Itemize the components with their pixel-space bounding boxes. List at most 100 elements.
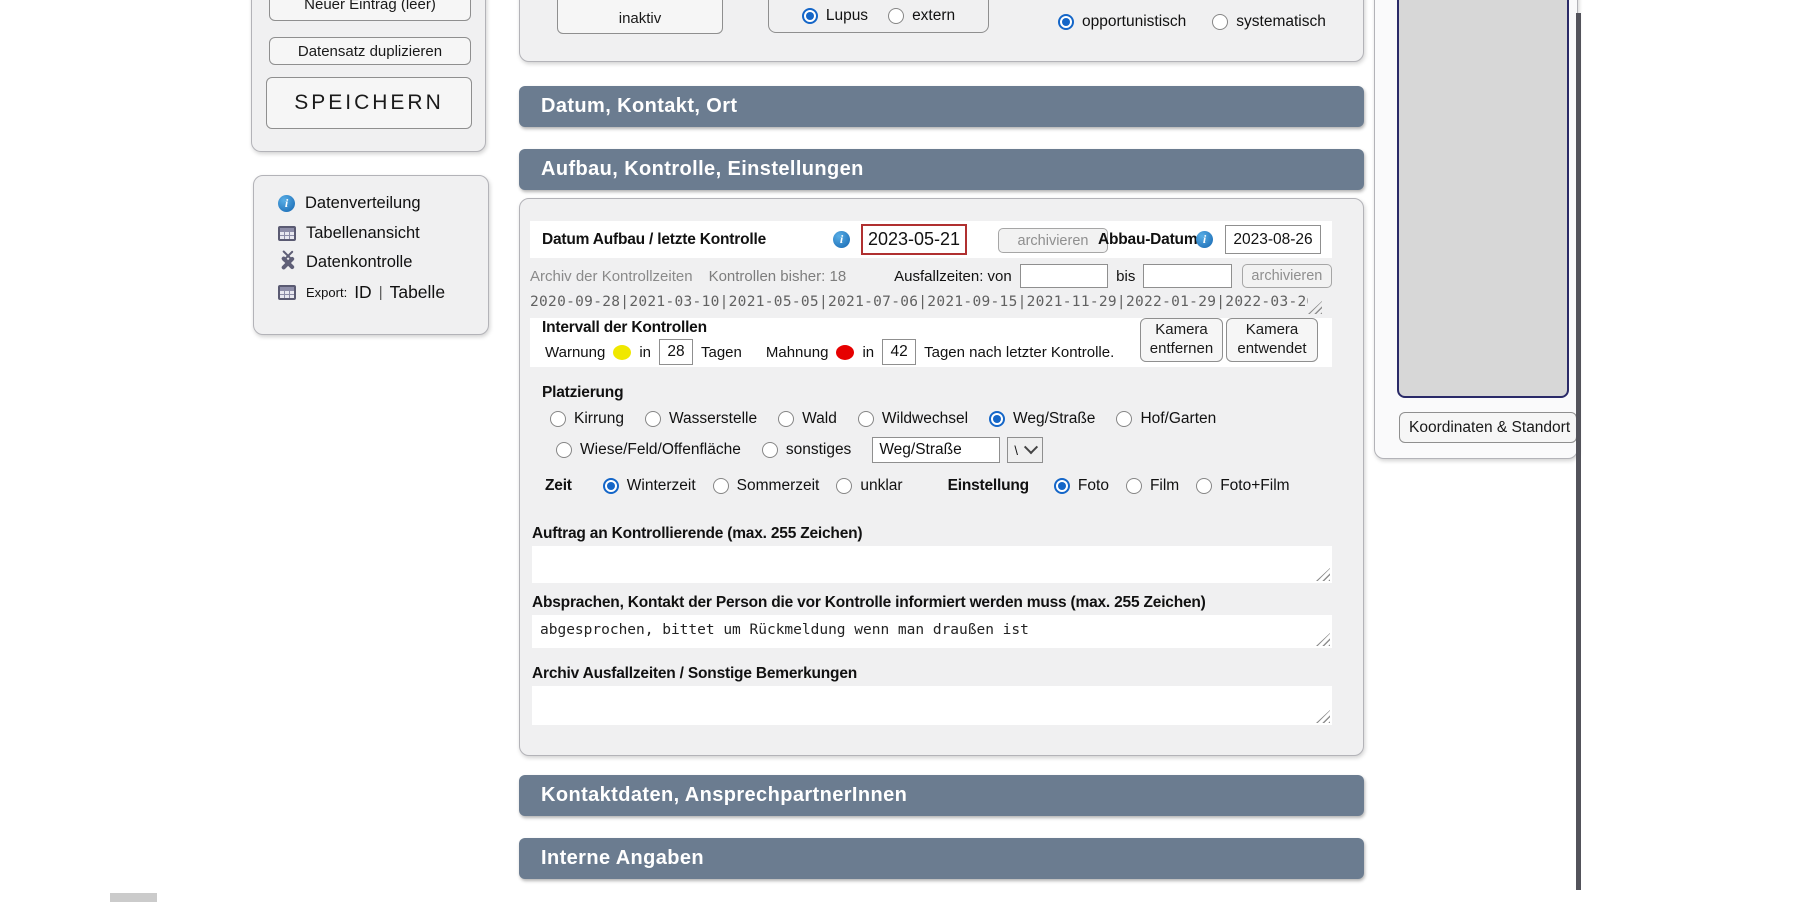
radio-icon bbox=[556, 442, 572, 458]
radio-option-lupus[interactable]: Lupus bbox=[802, 7, 868, 25]
placement-title: Platzierung bbox=[542, 384, 623, 402]
radio-option-sonstiges[interactable]: sonstiges bbox=[762, 441, 851, 459]
menu-item-label: Datenkontrolle bbox=[306, 253, 412, 272]
radio-label: Lupus bbox=[826, 7, 868, 25]
radio-label: Wiese/Feld/Offenfläche bbox=[580, 441, 741, 459]
right-map-panel: Koordinaten & Standort bbox=[1374, 0, 1578, 459]
camera-stolen-button[interactable]: Kamera entwendet bbox=[1226, 318, 1318, 362]
interval-row: Warnung in 28 Tagen Mahnung in 42 Tagen … bbox=[545, 339, 1114, 365]
placement-other-input[interactable]: Weg/Straße bbox=[872, 437, 1000, 463]
radio-option-weg-strasse[interactable]: Weg/Straße bbox=[989, 410, 1095, 428]
radio-option-film[interactable]: Film bbox=[1126, 477, 1179, 495]
menu-item-datenverteilung[interactable]: i Datenverteilung bbox=[254, 189, 488, 219]
warning-days-input[interactable]: 28 bbox=[659, 339, 693, 365]
control-dates-list: 2020-09-28|2021-03-10|2021-05-05|2021-07… bbox=[530, 294, 1308, 312]
save-button[interactable]: SPEICHERN bbox=[266, 77, 472, 129]
radio-option-sommerzeit[interactable]: Sommerzeit bbox=[713, 477, 820, 495]
scrollbar-corner bbox=[110, 893, 157, 902]
export-separator: | bbox=[379, 284, 383, 301]
setup-date-label: Datum Aufbau / letzte Kontrolle bbox=[542, 231, 766, 249]
radio-option-systematisch[interactable]: systematisch bbox=[1212, 13, 1326, 31]
downtime-to-input[interactable] bbox=[1143, 264, 1231, 288]
radio-option-wiese-feld[interactable]: Wiese/Feld/Offenfläche bbox=[556, 441, 741, 459]
downtime-archive-button[interactable]: archivieren bbox=[1242, 264, 1332, 288]
export-id-link[interactable]: ID bbox=[354, 282, 372, 303]
warning-label: Warnung bbox=[545, 344, 605, 361]
section-bar-aufbau[interactable]: Aufbau, Kontrolle, Einstellungen bbox=[519, 149, 1364, 190]
radio-label: Winterzeit bbox=[627, 477, 696, 495]
info-icon[interactable]: i bbox=[1196, 231, 1213, 248]
radio-label: Foto bbox=[1078, 477, 1109, 495]
radio-option-hof-garten[interactable]: Hof/Garten bbox=[1116, 410, 1216, 428]
info-icon[interactable]: i bbox=[833, 231, 850, 248]
downtime-label: Ausfallzeiten: von bbox=[894, 268, 1012, 285]
absprachen-textarea[interactable]: abgesprochen, bittet um Rückmeldung wenn… bbox=[532, 615, 1332, 648]
archiv-bemerkungen-label: Archiv Ausfallzeiten / Sonstige Bemerkun… bbox=[532, 665, 857, 683]
placement-row-2: Wiese/Feld/Offenfläche sonstiges Weg/Str… bbox=[556, 437, 1043, 463]
einstellung-label: Einstellung bbox=[948, 477, 1029, 495]
reminder-dot-icon bbox=[836, 345, 854, 360]
left-menu-panel: i Datenverteilung Tabellenansicht Datenk… bbox=[253, 175, 489, 335]
radio-label: unklar bbox=[860, 477, 902, 495]
setup-date-input[interactable]: 2023-05-21 bbox=[861, 224, 967, 255]
radio-option-unklar[interactable]: unklar bbox=[836, 477, 902, 495]
archiv-bemerkungen-textarea[interactable] bbox=[532, 686, 1332, 725]
left-toolbar-panel: Neuer Eintrag (leer) Datensatz duplizier… bbox=[251, 0, 486, 152]
menu-item-datenkontrolle[interactable]: Datenkontrolle bbox=[254, 248, 488, 278]
interval-title: Intervall der Kontrollen bbox=[542, 319, 707, 337]
warning-dot-icon bbox=[613, 345, 631, 360]
section-bar-kontaktdaten[interactable]: Kontaktdaten, AnsprechpartnerInnen bbox=[519, 775, 1364, 816]
radio-selected-icon bbox=[1058, 14, 1074, 30]
menu-item-tabellenansicht[interactable]: Tabellenansicht bbox=[254, 219, 488, 249]
duplicate-record-button[interactable]: Datensatz duplizieren bbox=[269, 37, 471, 65]
inactive-button[interactable]: inaktiv bbox=[557, 0, 723, 34]
radio-selected-icon bbox=[1054, 478, 1070, 494]
zeit-einstellung-row: Zeit Winterzeit Sommerzeit unklar Einste… bbox=[545, 477, 1290, 495]
chevron-down-icon bbox=[1024, 440, 1038, 454]
radio-icon bbox=[858, 411, 874, 427]
radio-label: opportunistisch bbox=[1082, 13, 1186, 31]
mode-radio-group: opportunistisch systematisch bbox=[1058, 13, 1326, 31]
radio-icon bbox=[1196, 478, 1212, 494]
radio-icon bbox=[836, 478, 852, 494]
radio-label: Film bbox=[1150, 477, 1179, 495]
setup-archive-button[interactable]: archivieren bbox=[998, 228, 1108, 253]
radio-icon bbox=[550, 411, 566, 427]
radio-option-extern[interactable]: extern bbox=[888, 7, 955, 25]
radio-icon bbox=[1116, 411, 1132, 427]
page: Neuer Eintrag (leer) Datensatz duplizier… bbox=[0, 0, 1796, 902]
control-archive-link[interactable]: Archiv der Kontrollzeiten bbox=[530, 268, 693, 285]
radio-label: Hof/Garten bbox=[1140, 410, 1216, 428]
placement-dropdown[interactable]: \ bbox=[1007, 437, 1043, 463]
reminder-label: Mahnung bbox=[766, 344, 829, 361]
radio-label: Kirrung bbox=[574, 410, 624, 428]
radio-option-opportunistisch[interactable]: opportunistisch bbox=[1058, 13, 1186, 31]
export-table-link[interactable]: Tabelle bbox=[390, 282, 445, 303]
section-bar-interne-angaben[interactable]: Interne Angaben bbox=[519, 838, 1364, 879]
radio-option-winterzeit[interactable]: Winterzeit bbox=[603, 477, 696, 495]
radio-option-foto-film[interactable]: Foto+Film bbox=[1196, 477, 1289, 495]
radio-selected-icon bbox=[603, 478, 619, 494]
source-radio-group: Lupus extern bbox=[768, 0, 989, 33]
new-entry-button[interactable]: Neuer Eintrag (leer) bbox=[269, 0, 471, 21]
radio-option-wald[interactable]: Wald bbox=[778, 410, 837, 428]
teardown-date-input[interactable]: 2023-08-26 bbox=[1225, 225, 1321, 254]
menu-item-export[interactable]: Export: ID | Tabelle bbox=[254, 278, 488, 308]
auftrag-textarea[interactable] bbox=[532, 546, 1332, 583]
radio-option-wasserstelle[interactable]: Wasserstelle bbox=[645, 410, 757, 428]
downtime-from-input[interactable] bbox=[1020, 264, 1108, 288]
radio-option-kirrung[interactable]: Kirrung bbox=[550, 410, 624, 428]
camera-remove-button[interactable]: Kamera entfernen bbox=[1140, 318, 1223, 362]
table-icon bbox=[278, 285, 296, 300]
control-count: Kontrollen bisher: 18 bbox=[709, 268, 847, 285]
absprachen-label: Absprachen, Kontakt der Person die vor K… bbox=[532, 594, 1206, 612]
radio-option-wildwechsel[interactable]: Wildwechsel bbox=[858, 410, 968, 428]
radio-option-foto[interactable]: Foto bbox=[1054, 477, 1109, 495]
zeit-label: Zeit bbox=[545, 477, 572, 495]
coordinates-location-button[interactable]: Koordinaten & Standort bbox=[1399, 412, 1577, 443]
section-bar-datum-kontakt-ort[interactable]: Datum, Kontakt, Ort bbox=[519, 86, 1364, 127]
top-status-panel: inaktiv Lupus extern opportunistisch sys… bbox=[519, 0, 1364, 62]
export-prefix: Export: bbox=[306, 285, 347, 300]
reminder-days-input[interactable]: 42 bbox=[882, 339, 916, 365]
history-row: Archiv der Kontrollzeiten Kontrollen bis… bbox=[530, 263, 1332, 289]
